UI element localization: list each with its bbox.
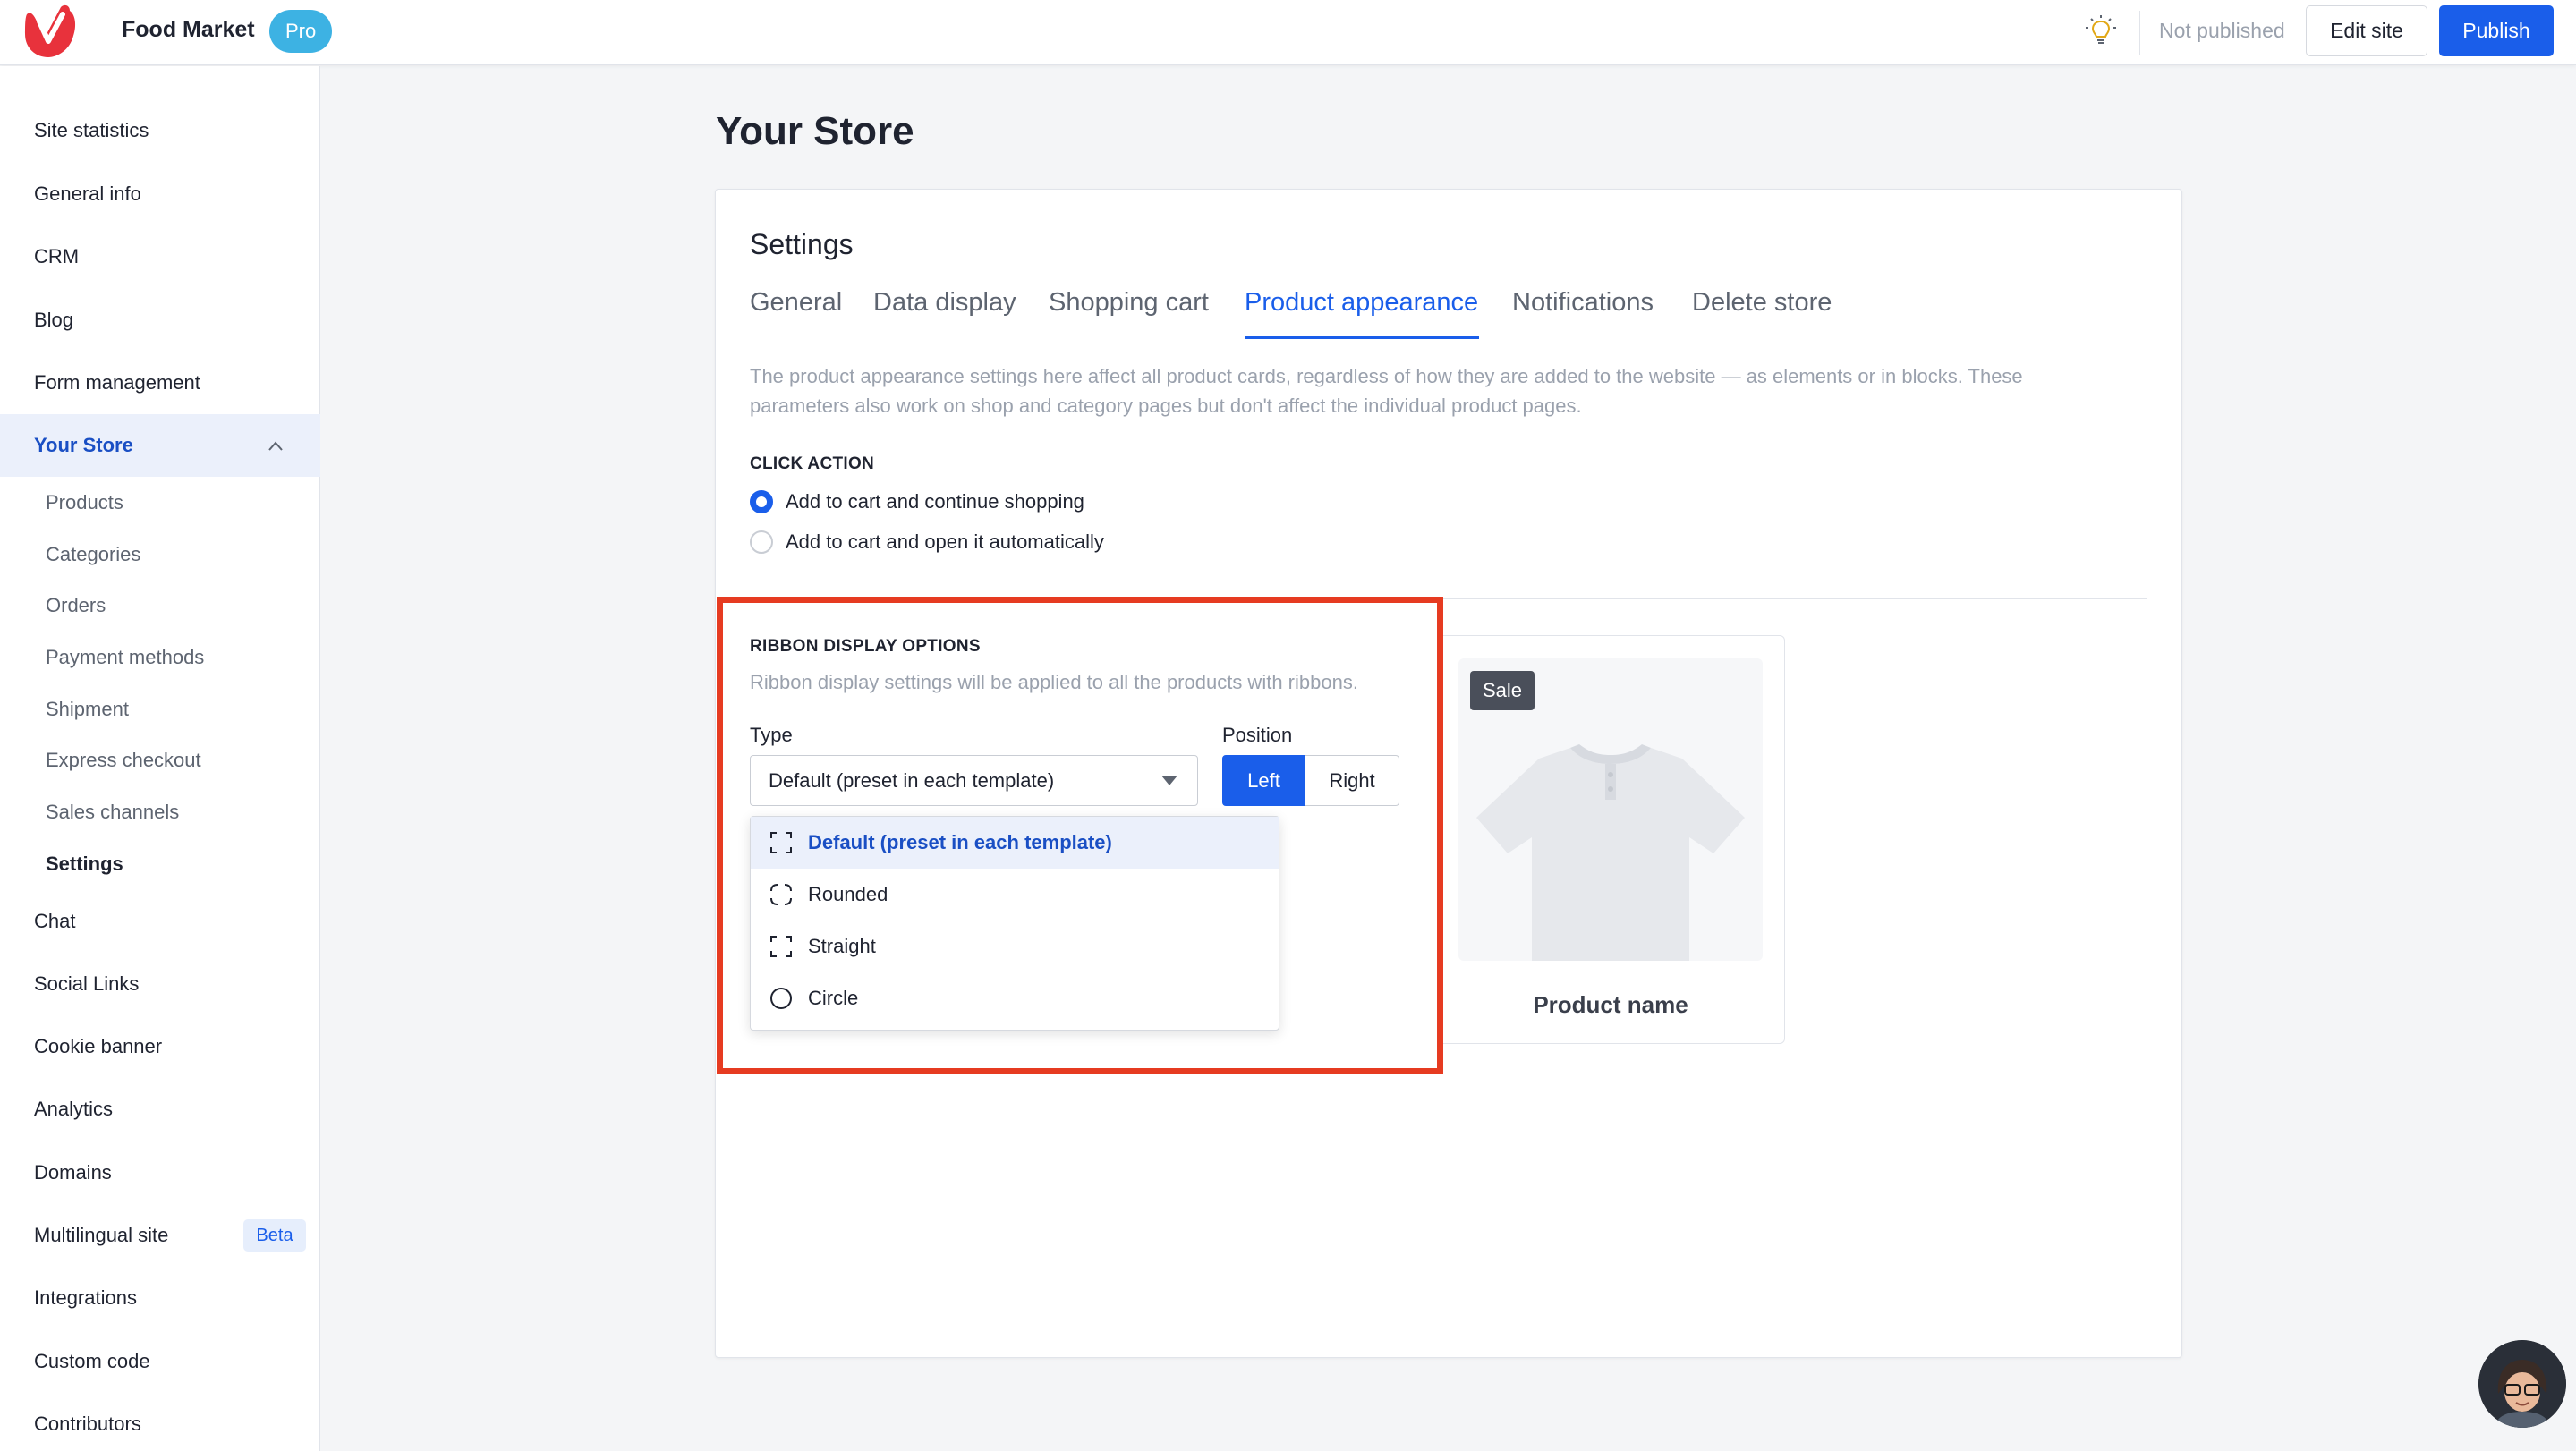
sale-ribbon: Sale: [1470, 671, 1535, 710]
sidebar-subitem-shipment[interactable]: Shipment: [0, 683, 320, 735]
dropdown-option-default[interactable]: Default (preset in each template): [751, 817, 1279, 869]
publish-status: Not published: [2159, 19, 2285, 42]
tab-notifications[interactable]: Notifications: [1512, 288, 1654, 338]
settings-heading: Settings: [750, 228, 854, 260]
app-logo-icon[interactable]: [21, 2, 79, 59]
corners-straight-icon: [770, 936, 792, 957]
sidebar-item-chat[interactable]: Chat: [0, 890, 320, 953]
type-label: Type: [750, 724, 793, 746]
pro-badge: Pro: [269, 10, 333, 53]
sidebar-item-analytics[interactable]: Analytics: [0, 1078, 320, 1141]
avatar-face-icon: [2478, 1340, 2566, 1428]
corners-default-icon: [770, 832, 792, 853]
product-name: Product name: [1533, 991, 1688, 1018]
sidebar-item-site-statistics[interactable]: Site statistics: [0, 99, 320, 162]
sidebar-item-multilingual-site[interactable]: Multilingual site Beta: [0, 1204, 320, 1267]
dropdown-option-rounded[interactable]: Rounded: [751, 869, 1279, 921]
edit-site-button[interactable]: Edit site: [2306, 5, 2427, 56]
position-label: Position: [1222, 724, 1293, 746]
product-appearance-description: The product appearance settings here aff…: [750, 365, 2023, 417]
sidebar-item-label: Multilingual site: [34, 1224, 169, 1246]
corners-rounded-icon: [770, 884, 792, 905]
option-label: Default (preset in each template): [808, 831, 1112, 853]
sidebar-item-your-store[interactable]: Your Store: [0, 414, 320, 477]
chevron-up-icon[interactable]: [267, 437, 285, 455]
tab-general[interactable]: General: [750, 288, 842, 338]
active-tab-indicator: [1245, 336, 1479, 339]
sidebar-item-contributors[interactable]: Contributors: [0, 1393, 320, 1451]
click-action-label: CLICK ACTION: [750, 454, 875, 473]
radio-checked-icon[interactable]: [750, 490, 773, 513]
support-avatar[interactable]: [2478, 1340, 2566, 1428]
sidebar-subitem-categories[interactable]: Categories: [0, 529, 320, 581]
position-left-button[interactable]: Left: [1222, 755, 1305, 806]
sidebar-subitem-settings[interactable]: Settings: [0, 838, 320, 890]
top-bar: Food Market Pro Not published Edit site …: [0, 0, 2576, 65]
sidebar-item-label: Your Store: [34, 434, 133, 456]
dropdown-option-straight[interactable]: Straight: [751, 921, 1279, 972]
sidebar-item-general-info[interactable]: General info: [0, 163, 320, 225]
option-label: Straight: [808, 935, 876, 957]
sidebar-item-integrations[interactable]: Integrations: [0, 1267, 320, 1329]
sidebar-subitem-orders[interactable]: Orders: [0, 580, 320, 632]
ribbon-options-label: RIBBON DISPLAY OPTIONS: [750, 637, 981, 656]
lightbulb-icon[interactable]: [2083, 13, 2119, 48]
radio-open-cart[interactable]: Add to cart and open it automatically: [750, 529, 1104, 556]
tab-delete-store[interactable]: Delete store: [1692, 288, 1832, 338]
page-title: Your Store: [716, 109, 914, 153]
tab-data-display[interactable]: Data display: [873, 288, 1016, 338]
position-right-button[interactable]: Right: [1305, 755, 1399, 806]
publish-button[interactable]: Publish: [2439, 5, 2554, 56]
circle-icon: [770, 988, 792, 1009]
sidebar-subitem-payment-methods[interactable]: Payment methods: [0, 632, 320, 683]
tab-shopping-cart[interactable]: Shopping cart: [1049, 288, 1209, 338]
caret-down-icon: [1161, 776, 1177, 785]
radio-label: Add to cart and continue shopping: [786, 490, 1084, 513]
sidebar-item-crm[interactable]: CRM: [0, 225, 320, 288]
sidebar-item-blog[interactable]: Blog: [0, 289, 320, 352]
radio-unchecked-icon[interactable]: [750, 530, 773, 554]
sidebar-item-domains[interactable]: Domains: [0, 1141, 320, 1204]
ribbon-options-hint: Ribbon display settings will be applied …: [750, 671, 1358, 693]
tab-product-appearance[interactable]: Product appearance: [1245, 288, 1478, 338]
sidebar-item-form-management[interactable]: Form management: [0, 352, 320, 414]
sidebar-item-social-links[interactable]: Social Links: [0, 953, 320, 1015]
sidebar-subitem-sales-channels[interactable]: Sales channels: [0, 786, 320, 838]
site-name: Food Market: [122, 17, 255, 42]
ribbon-type-select[interactable]: Default (preset in each template): [750, 755, 1198, 806]
sidebar-item-cookie-banner[interactable]: Cookie banner: [0, 1015, 320, 1078]
topbar-divider: [2139, 11, 2140, 55]
sidebar-subitem-products[interactable]: Products: [0, 477, 320, 529]
dropdown-option-circle[interactable]: Circle: [751, 972, 1279, 1024]
option-label: Rounded: [808, 883, 888, 905]
sidebar-subitem-express-checkout[interactable]: Express checkout: [0, 734, 320, 786]
option-label: Circle: [808, 987, 859, 1009]
ribbon-type-dropdown: Default (preset in each template) Rounde…: [750, 816, 1279, 1031]
sidebar-item-custom-code[interactable]: Custom code: [0, 1330, 320, 1393]
select-value: Default (preset in each template): [769, 769, 1055, 792]
radio-continue-shopping[interactable]: Add to cart and continue shopping: [750, 488, 1084, 515]
beta-badge: Beta: [243, 1219, 306, 1252]
radio-label: Add to cart and open it automatically: [786, 530, 1104, 553]
